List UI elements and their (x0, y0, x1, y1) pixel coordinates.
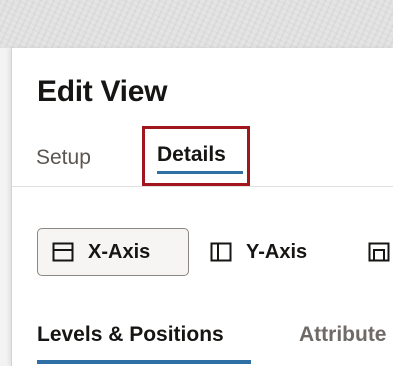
subtab-attributes[interactable]: Attribute (299, 323, 393, 347)
subtab-selected-indicator (37, 360, 251, 364)
tab-setup[interactable]: Setup (36, 146, 91, 170)
y-axis-button[interactable]: Y-Axis (204, 228, 307, 276)
x-axis-layout-icon (52, 241, 74, 263)
subtab-bar: Levels & Positions Attribute (12, 320, 393, 366)
y-axis-label: Y-Axis (246, 240, 308, 263)
tab-details-label: Details (157, 143, 226, 166)
tab-bar: Setup Details (12, 126, 393, 186)
y-axis-layout-icon (210, 241, 232, 263)
axis-toggle-group: X-Axis Y-Axis (12, 228, 393, 280)
x-axis-label: X-Axis (88, 240, 151, 263)
tab-bar-divider (12, 186, 393, 187)
subtab-attributes-label: Attribute (299, 323, 387, 346)
x-axis-button[interactable]: X-Axis (37, 228, 189, 276)
subtab-levels-positions-label: Levels & Positions (37, 323, 224, 346)
page-title: Edit View (37, 75, 168, 108)
tab-details[interactable]: Details (142, 126, 250, 186)
z-axis-layout-icon (368, 241, 390, 263)
subtab-levels-positions[interactable]: Levels & Positions (37, 323, 224, 347)
edit-view-panel: Edit View Setup Details X-Axis Y-Axis Le… (11, 48, 393, 366)
z-axis-button[interactable] (368, 228, 390, 276)
tab-setup-label: Setup (36, 146, 91, 169)
background-strip (0, 0, 393, 48)
tab-details-selected-indicator (157, 171, 243, 174)
